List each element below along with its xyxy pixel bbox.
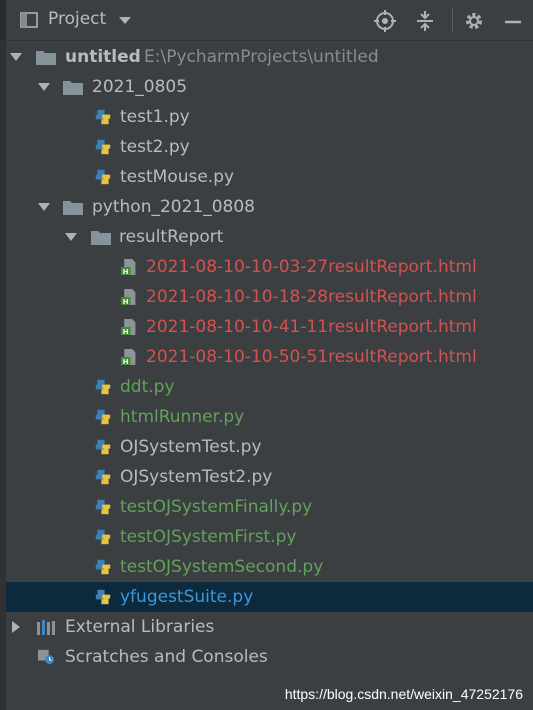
python-file-icon xyxy=(95,409,111,425)
external-libraries-label: External Libraries xyxy=(65,617,215,637)
svg-text:H: H xyxy=(123,297,129,305)
tree-file[interactable]: testOJSystemFirst.py xyxy=(6,522,533,552)
tree-file[interactable]: ddt.py xyxy=(6,372,533,402)
svg-text:H: H xyxy=(123,327,129,335)
html-file-icon: H xyxy=(121,289,136,305)
file-label: testOJSystemFirst.py xyxy=(120,527,297,547)
locate-icon[interactable] xyxy=(374,10,396,32)
tree-file[interactable]: htmlRunner.py xyxy=(6,402,533,432)
tree-folder-resultreport[interactable]: resultReport xyxy=(6,222,533,252)
file-label: ddt.py xyxy=(120,377,175,397)
expanded-arrow-icon[interactable] xyxy=(38,201,50,213)
root-path: E:\PycharmProjects\untitled xyxy=(144,47,379,67)
tree-file[interactable]: test2.py xyxy=(6,132,533,162)
collapse-all-icon[interactable] xyxy=(414,10,436,32)
toolbar-edge xyxy=(0,0,6,40)
tree-file[interactable]: test1.py xyxy=(6,102,533,132)
tree-file[interactable]: testOJSystemSecond.py xyxy=(6,552,533,582)
watermark-text: https://blog.csdn.net/weixin_47252176 xyxy=(284,686,523,702)
tree-report-file[interactable]: H 2021-08-10-10-18-28resultReport.html xyxy=(6,282,533,312)
expanded-arrow-icon[interactable] xyxy=(38,81,50,93)
file-label: htmlRunner.py xyxy=(120,407,245,427)
python-file-icon xyxy=(95,469,111,485)
python-file-icon xyxy=(95,379,111,395)
file-label: yfugestSuite.py xyxy=(120,587,254,607)
tree-report-file[interactable]: H 2021-08-10-10-03-27resultReport.html xyxy=(6,252,533,282)
python-file-icon xyxy=(95,559,111,575)
file-label: test1.py xyxy=(120,107,190,127)
collapsed-arrow-icon[interactable] xyxy=(10,621,22,633)
scratches-icon xyxy=(38,649,54,665)
html-file-icon: H xyxy=(121,319,136,335)
library-icon xyxy=(37,620,55,635)
folder-icon xyxy=(91,231,111,245)
python-file-icon xyxy=(95,139,111,155)
python-file-icon xyxy=(95,109,111,125)
tree-folder-2021-0805[interactable]: 2021_0805 xyxy=(6,72,533,102)
report-label: 2021-08-10-10-18-28resultReport.html xyxy=(146,287,477,307)
expanded-arrow-icon[interactable] xyxy=(10,51,22,63)
tree-report-file[interactable]: H 2021-08-10-10-50-51resultReport.html xyxy=(6,342,533,372)
file-label: OJSystemTest.py xyxy=(120,437,262,457)
svg-text:H: H xyxy=(123,267,129,275)
expanded-arrow-icon[interactable] xyxy=(65,231,77,243)
scratches-label: Scratches and Consoles xyxy=(65,647,268,667)
python-file-icon xyxy=(95,439,111,455)
file-label: testOJSystemSecond.py xyxy=(120,557,324,577)
python-file-icon xyxy=(95,589,111,605)
file-label: test2.py xyxy=(120,137,190,157)
tree-scratches-consoles[interactable]: Scratches and Consoles xyxy=(6,642,533,672)
project-toolbar: Project xyxy=(0,0,533,41)
project-view-icon[interactable] xyxy=(20,12,38,28)
caret-down-icon[interactable] xyxy=(118,16,132,25)
python-file-icon xyxy=(95,529,111,545)
report-label: 2021-08-10-10-50-51resultReport.html xyxy=(146,347,477,367)
folder-icon xyxy=(63,81,83,95)
tree-root-untitled[interactable]: untitled E:\PycharmProjects\untitled xyxy=(6,42,533,72)
tree-file[interactable]: OJSystemTest2.py xyxy=(6,462,533,492)
file-label: testMouse.py xyxy=(120,167,235,187)
project-view-title[interactable]: Project xyxy=(48,9,106,29)
file-label: testOJSystemFinally.py xyxy=(120,497,313,517)
report-label: 2021-08-10-10-03-27resultReport.html xyxy=(146,257,477,277)
folder-icon xyxy=(63,201,83,215)
folder-label: resultReport xyxy=(119,227,224,247)
gear-icon[interactable] xyxy=(463,10,485,32)
toolbar-separator xyxy=(452,8,453,32)
tree-file[interactable]: OJSystemTest.py xyxy=(6,432,533,462)
tree-file-selected[interactable]: yfugestSuite.py xyxy=(6,582,533,612)
folder-label: 2021_0805 xyxy=(92,77,188,97)
folder-label: python_2021_0808 xyxy=(92,197,255,217)
html-file-icon: H xyxy=(121,349,136,365)
report-label: 2021-08-10-10-41-11resultReport.html xyxy=(146,317,477,337)
folder-icon xyxy=(36,51,56,65)
tree-report-file[interactable]: H 2021-08-10-10-41-11resultReport.html xyxy=(6,312,533,342)
tree-file[interactable]: testOJSystemFinally.py xyxy=(6,492,533,522)
svg-text:H: H xyxy=(123,357,129,365)
html-file-icon: H xyxy=(121,259,136,275)
python-file-icon xyxy=(95,499,111,515)
tree-external-libraries[interactable]: External Libraries xyxy=(6,612,533,642)
file-label: OJSystemTest2.py xyxy=(120,467,273,487)
minimize-icon[interactable] xyxy=(502,10,524,32)
tree-file[interactable]: testMouse.py xyxy=(6,162,533,192)
root-label: untitled xyxy=(65,47,141,67)
project-tree: untitled E:\PycharmProjects\untitled 202… xyxy=(0,42,533,682)
python-file-icon xyxy=(95,169,111,185)
tree-folder-python-2021-0808[interactable]: python_2021_0808 xyxy=(6,192,533,222)
